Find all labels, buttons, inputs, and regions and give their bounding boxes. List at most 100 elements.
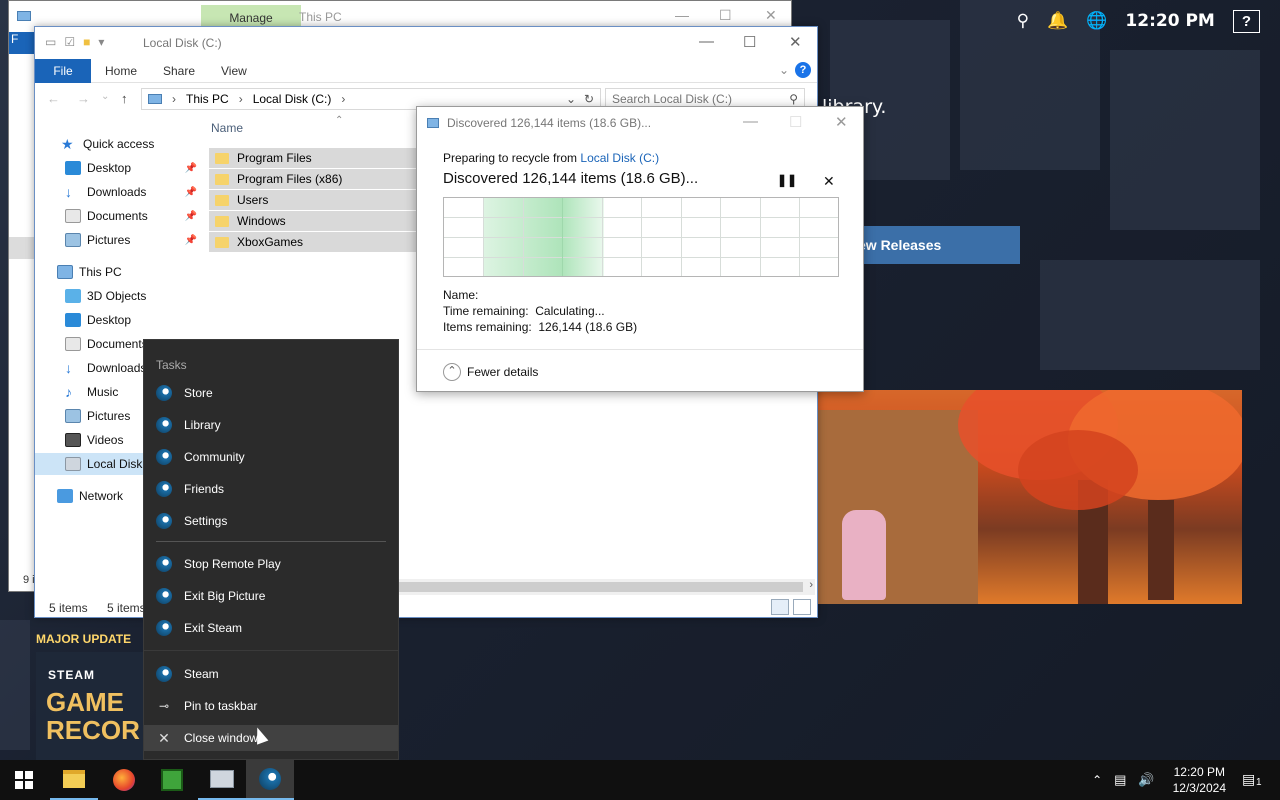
nav-desktop-pc[interactable]: Desktop [35,309,205,331]
dialog-icon [427,118,439,128]
source-link[interactable]: Local Disk (C:) [580,151,659,165]
file-row[interactable]: Windows [209,211,449,231]
major-update-label: MAJOR UPDATE [36,632,132,646]
nav-3d-objects[interactable]: 3D Objects [35,285,205,307]
jumplist-steam-app[interactable]: Steam [144,661,398,687]
taskbar-firefox[interactable] [100,760,148,800]
column-label: Name [211,121,244,135]
close-icon[interactable]: ✕ [765,7,777,24]
ribbon-expand-icon[interactable]: ⌄ [779,63,789,77]
clock[interactable]: 12:20 PM 12/3/2024 [1173,764,1226,796]
jumplist-close-window[interactable]: ✕ Close window [144,725,398,751]
notification-center-icon[interactable]: ▤ 1 [1242,771,1266,789]
grid-line [720,198,721,276]
jumplist-pin-to-taskbar[interactable]: ⊸ Pin to taskbar [144,693,398,719]
featured-game-art[interactable] [818,390,1242,604]
recycle-progress-dialog[interactable]: Discovered 126,144 items (18.6 GB)... — … [416,106,864,392]
back-arrow-icon[interactable]: ← [47,91,60,106]
jumplist-friends[interactable]: Friends [144,476,398,502]
tab-file[interactable]: File [35,59,91,83]
minimize-icon[interactable]: — [743,113,758,130]
start-button[interactable] [0,760,48,800]
scroll-right-icon[interactable]: › [809,579,813,591]
pin-icon: 📌 [184,186,197,198]
nav-desktop[interactable]: Desktop 📌 [35,157,205,179]
fewer-details-button[interactable]: ⌃ Fewer details [443,363,538,381]
nav-pictures[interactable]: Pictures 📌 [35,229,205,251]
jumplist-stop-remote-play[interactable]: Stop Remote Play [144,551,398,577]
file-tab[interactable]: F [9,32,37,54]
jumplist-label: Community [184,450,245,464]
jumplist-community[interactable]: Community [144,444,398,470]
search-icon[interactable]: ⚲ [1017,11,1029,31]
column-header-name[interactable]: Name ⌃ [211,115,343,135]
taskbar-minecraft[interactable] [148,760,196,800]
name-label: Name: [443,288,479,302]
maximize-icon[interactable]: ☐ [719,7,732,24]
progress-details: Name: Time remaining: Calculating... Ite… [443,287,637,335]
maximize-icon[interactable]: ☐ [743,33,756,51]
drive-icon: ▭ [45,35,57,49]
chevron-down-icon[interactable]: ▾ [98,35,104,49]
volume-icon[interactable]: 🔊 [1138,772,1154,788]
nav-downloads[interactable]: ↓ Downloads 📌 [35,181,205,203]
tab-share[interactable]: Share [163,59,195,83]
minimize-icon[interactable]: — [699,33,714,50]
tab-home[interactable]: Home [105,59,137,83]
jumplist-store[interactable]: Store [144,380,398,406]
refresh-icon[interactable]: ↻ [584,92,594,106]
file-row[interactable]: Program Files (x86) [209,169,449,189]
minimize-icon[interactable]: — [675,7,689,23]
nav-documents[interactable]: Documents 📌 [35,205,205,227]
nav-this-pc[interactable]: This PC [35,261,205,283]
properties-icon[interactable]: ☑ [64,35,75,49]
taskbar-file-explorer[interactable] [50,760,98,800]
system-tray: ⌃ ▤ 🔊 12:20 PM 12/3/2024 ▤ 1 [1092,760,1280,800]
breadcrumb-local-disk[interactable]: Local Disk (C:) [253,92,332,106]
details-view-icon[interactable] [771,599,789,615]
breadcrumb-this-pc[interactable]: This PC [186,92,229,106]
jumplist-library[interactable]: Library [144,412,398,438]
jumplist-settings[interactable]: Settings [144,508,398,534]
nav-label: Pictures [87,409,131,423]
help-icon[interactable]: ? [795,62,811,78]
items-row: Items remaining: 126,144 (18.6 GB) [443,319,637,335]
jumplist-label: Exit Big Picture [184,589,266,603]
file-name: XboxGames [237,235,304,249]
large-icons-view-icon[interactable] [793,599,811,615]
discovered-headline: Discovered 126,144 items (18.6 GB)... [443,170,699,187]
file-row[interactable]: XboxGames [209,232,449,252]
close-icon[interactable]: ✕ [835,113,848,131]
file-name: Windows [237,214,286,228]
window-title: Local Disk (C:) [143,36,222,50]
file-explorer-icon [63,770,85,788]
tab-view[interactable]: View [221,59,247,83]
game-recording-promo[interactable]: STEAM GAME RECOR [36,652,146,760]
recent-chevron-icon[interactable]: ⌄ [101,91,109,102]
up-arrow-icon[interactable]: ↑ [121,91,128,106]
taskbar-drive-app[interactable] [198,760,246,800]
new-folder-icon[interactable]: ■ [83,35,90,49]
help-button[interactable]: ? [1232,9,1260,33]
network-icon[interactable]: ▤ [1114,772,1126,788]
taskbar-steam[interactable] [246,760,294,800]
file-row[interactable]: Users [209,190,449,210]
pause-icon[interactable]: ❚❚ [777,173,797,187]
close-icon[interactable]: ✕ [789,33,802,51]
star-icon: ★ [61,136,74,152]
nav-label: This PC [79,265,122,279]
globe-icon[interactable]: 🌐 [1086,11,1107,31]
address-dropdown-icon[interactable]: ⌄ [566,92,576,106]
promo-title-line2: RECOR [46,715,140,745]
file-row[interactable]: Program Files [209,148,449,168]
chevron-up-icon[interactable]: ⌃ [1092,773,1102,787]
forward-arrow-icon[interactable]: → [77,91,90,106]
drive-icon [65,457,81,471]
nav-quick-access[interactable]: ★ Quick access [35,133,205,155]
notification-count: 1 [1256,777,1262,788]
cancel-icon[interactable]: ✕ [823,173,835,190]
pin-icon: 📌 [184,162,197,174]
jumplist-exit-steam[interactable]: Exit Steam [144,615,398,641]
notification-bell-icon[interactable]: 🔔 [1047,11,1068,31]
jumplist-exit-big-picture[interactable]: Exit Big Picture [144,583,398,609]
